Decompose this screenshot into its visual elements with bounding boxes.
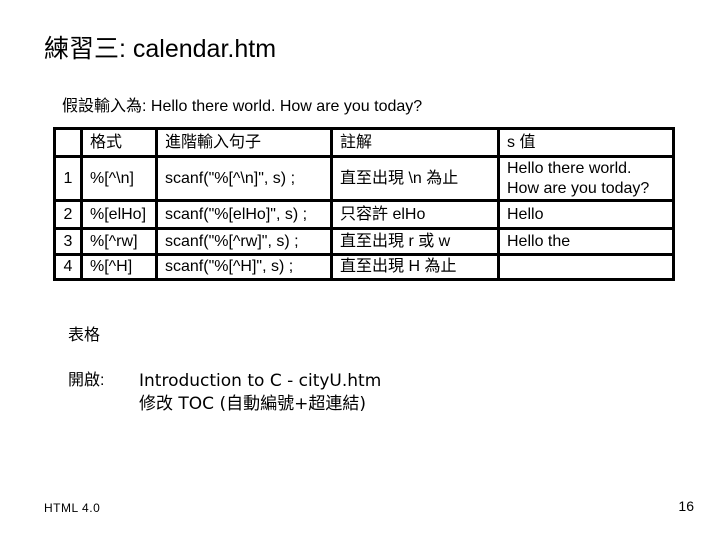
row-note: 只容許 elHo bbox=[330, 199, 500, 230]
assumed-input-label: 假設輸入為: bbox=[62, 98, 151, 115]
table-row: 2 %[elHo] scanf("%[elHo]", s) ; 只容許 elHo… bbox=[53, 199, 675, 230]
row-statement: scanf("%[elHo]", s) ; bbox=[155, 199, 333, 230]
row-format: %[^H] bbox=[80, 253, 158, 281]
row-s-value bbox=[497, 253, 675, 281]
scanf-format-table: 格式 進階輸入句子 註解 s 值 1 %[^\n] scanf("%[^\n]"… bbox=[53, 127, 675, 281]
open-file-name: Introduction to C - cityU.htm bbox=[139, 371, 382, 391]
row-format: %[elHo] bbox=[80, 199, 158, 230]
assumed-input: 假設輸入為: Hello there world. How are you to… bbox=[62, 96, 422, 118]
row-number: 1 bbox=[53, 155, 83, 202]
header-cell-note: 註解 bbox=[330, 127, 500, 158]
header-cell-s-value: s 值 bbox=[497, 127, 675, 158]
row-s-value: Hello bbox=[497, 199, 675, 230]
table-header-row: 格式 進階輸入句子 註解 s 值 bbox=[53, 127, 675, 158]
row-number: 2 bbox=[53, 199, 83, 230]
row-format: %[^rw] bbox=[80, 227, 158, 256]
header-cell-index bbox=[53, 127, 83, 158]
row-statement: scanf("%[^\n]", s) ; bbox=[155, 155, 333, 202]
modify-toc-instruction: 修改 TOC (自動編號+超連結) bbox=[139, 394, 366, 414]
row-number: 3 bbox=[53, 227, 83, 256]
open-label: 開啟: bbox=[68, 372, 105, 389]
section-label-table: 表格 bbox=[68, 327, 101, 344]
row-note: 直至出現 \n 為止 bbox=[330, 155, 500, 202]
row-s-value: Hello the bbox=[497, 227, 675, 256]
row-note: 直至出現 r 或 w bbox=[330, 227, 500, 256]
footer-html-version: HTML 4.0 bbox=[44, 501, 101, 515]
table-row: 3 %[^rw] scanf("%[^rw]", s) ; 直至出現 r 或 w… bbox=[53, 227, 675, 256]
table-row: 1 %[^\n] scanf("%[^\n]", s) ; 直至出現 \n 為止… bbox=[53, 155, 675, 202]
open-instructions: Introduction to C - cityU.htm 修改 TOC (自動… bbox=[139, 370, 381, 416]
assumed-input-value: Hello there world. How are you today? bbox=[150, 98, 423, 115]
row-statement: scanf("%[^rw]", s) ; bbox=[155, 227, 333, 256]
row-statement: scanf("%[^H]", s) ; bbox=[155, 253, 333, 281]
row-note: 直至出現 H 為止 bbox=[330, 253, 500, 281]
row-format: %[^\n] bbox=[80, 155, 158, 202]
slide-title: 練習三: calendar.htm bbox=[44, 35, 277, 63]
page-number: 16 bbox=[678, 498, 694, 514]
table-row: 4 %[^H] scanf("%[^H]", s) ; 直至出現 H 為止 bbox=[53, 253, 675, 281]
row-number: 4 bbox=[53, 253, 83, 281]
header-cell-statement: 進階輸入句子 bbox=[155, 127, 333, 158]
row-s-value: Hello there world. How are you today? bbox=[497, 155, 675, 202]
header-cell-format: 格式 bbox=[80, 127, 158, 158]
